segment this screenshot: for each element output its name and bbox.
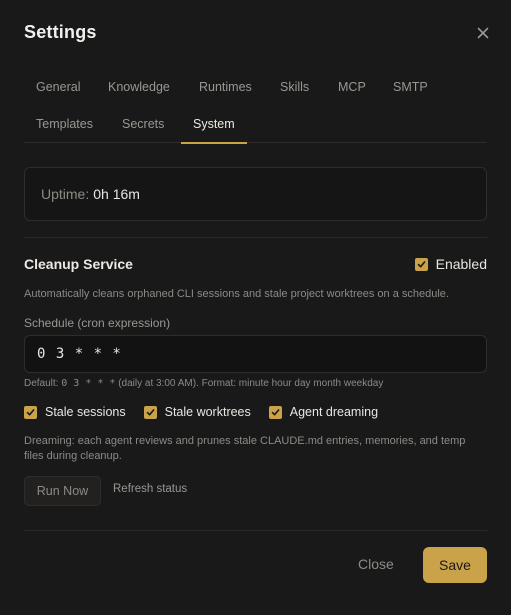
tab-skills[interactable]: Skills (268, 70, 321, 107)
tab-system[interactable]: System (181, 107, 247, 144)
tab-mcp[interactable]: MCP (326, 70, 378, 107)
checkmark-icon (24, 405, 37, 419)
close-icon[interactable] (475, 25, 491, 41)
run-now-button[interactable]: Run Now (24, 476, 101, 506)
dialog-title: Settings (24, 22, 97, 42)
footer-divider (24, 530, 487, 531)
agent-dreaming-label: Agent dreaming (289, 405, 379, 419)
tab-secrets[interactable]: Secrets (110, 107, 176, 144)
stale-sessions-label: Stale sessions (45, 405, 126, 419)
hint-code: 0 3 * * * (61, 378, 116, 389)
stale-sessions-checkbox[interactable]: Stale sessions (24, 405, 126, 419)
tab-runtimes[interactable]: Runtimes (187, 70, 264, 107)
cleanup-service-title: Cleanup Service (24, 256, 133, 272)
hint-prefix: Default: (24, 378, 62, 389)
hint-suffix: (daily at 3:00 AM). Format: minute hour … (115, 378, 384, 389)
cleanup-description: Automatically cleans orphaned CLI sessio… (24, 288, 449, 300)
close-button[interactable]: Close (358, 556, 394, 572)
schedule-hint: Default: 0 3 * * * (daily at 3:00 AM). F… (24, 378, 383, 389)
schedule-cron-input[interactable] (24, 335, 487, 373)
uptime-label: Uptime: (41, 186, 90, 202)
schedule-label: Schedule (cron expression) (24, 316, 171, 330)
save-button[interactable]: Save (423, 547, 487, 583)
stale-worktrees-checkbox[interactable]: Stale worktrees (143, 405, 251, 419)
dreaming-note: Dreaming: each agent reviews and prunes … (24, 435, 466, 462)
tab-smtp[interactable]: SMTP (381, 70, 440, 107)
tab-knowledge[interactable]: Knowledge (96, 70, 182, 107)
enabled-label: Enabled (435, 256, 487, 272)
agent-dreaming-checkbox[interactable]: Agent dreaming (268, 405, 379, 419)
checkmark-icon (268, 405, 282, 419)
dialog-header: Settings (24, 22, 491, 48)
tab-templates[interactable]: Templates (24, 107, 105, 144)
checkmark-icon (414, 257, 428, 271)
checkmark-icon (143, 405, 157, 419)
tab-general[interactable]: General (24, 70, 92, 107)
enabled-checkbox[interactable]: Enabled (414, 256, 487, 272)
tab-bar: General Knowledge Runtimes Skills MCP SM… (24, 70, 487, 144)
uptime-value: 0h 16m (93, 186, 140, 202)
uptime-panel: Uptime: 0h 16m (24, 167, 487, 221)
section-divider (24, 237, 487, 238)
cleanup-options: Stale sessions Stale worktrees Agent dre… (24, 405, 396, 419)
refresh-status-button[interactable]: Refresh status (113, 483, 187, 495)
stale-worktrees-label: Stale worktrees (164, 405, 251, 419)
